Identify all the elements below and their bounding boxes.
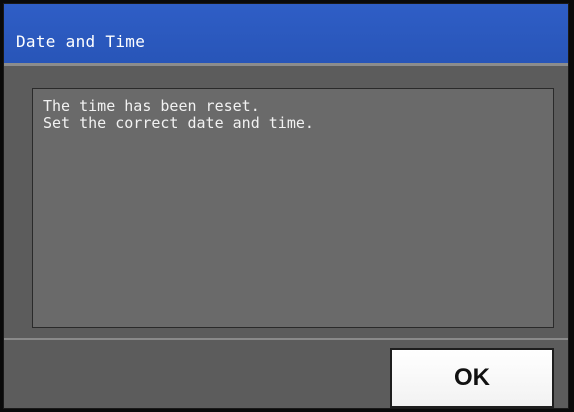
message-text: The time has been reset. Set the correct… [43,98,314,132]
message-line-2: Set the correct date and time. [43,114,314,132]
message-box: The time has been reset. Set the correct… [32,88,554,328]
message-line-1: The time has been reset. [43,97,260,115]
title-bar: Date and Time [4,4,568,66]
date-time-dialog: Date and Time The time has been reset. S… [3,3,569,409]
dialog-title: Date and Time [16,32,146,51]
ok-button[interactable]: OK [390,348,554,408]
footer-divider [4,338,568,340]
